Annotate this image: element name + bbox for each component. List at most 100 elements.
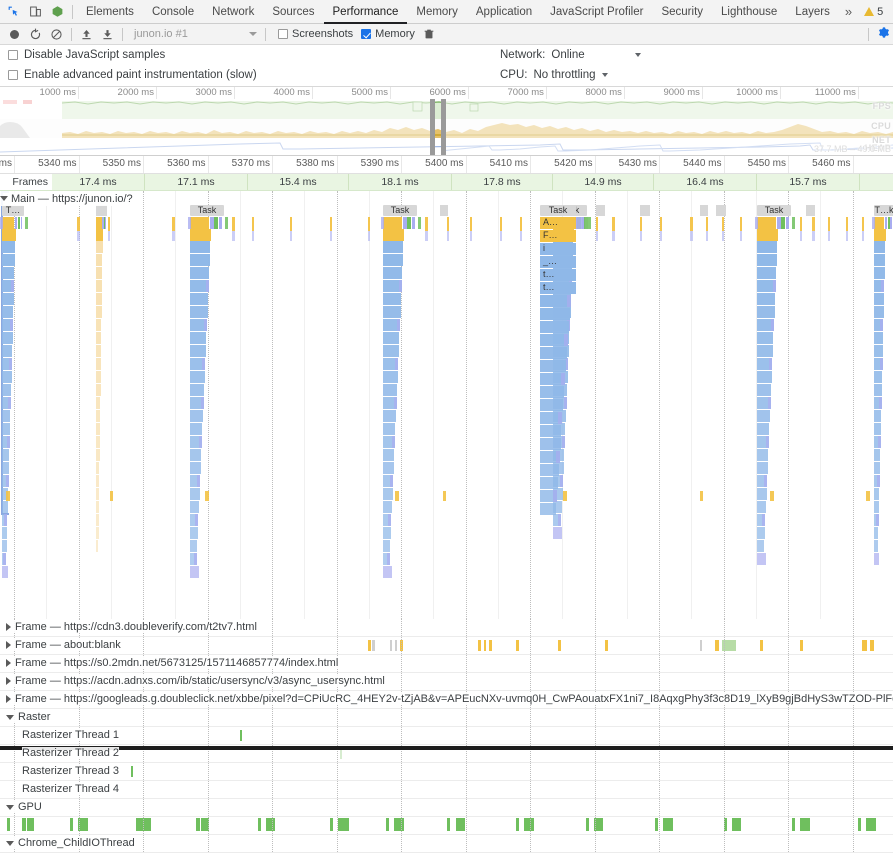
flamechart-bar[interactable] — [874, 217, 885, 229]
flamechart-bar[interactable] — [108, 231, 110, 241]
track-event-marker[interactable] — [715, 640, 719, 651]
flamechart-bar[interactable] — [447, 231, 449, 241]
flamechart-bar[interactable] — [612, 231, 615, 241]
flamechart-bar[interactable] — [762, 514, 766, 526]
frame-row-doubleverify[interactable]: Frame — https://cdn3.doubleverify.com/t2… — [0, 619, 893, 637]
flamechart-bar[interactable] — [197, 475, 201, 487]
flamechart-named-bar[interactable]: i — [540, 243, 576, 255]
task-label[interactable]: T… — [2, 205, 24, 216]
gpu-event-marker[interactable] — [655, 818, 658, 831]
rasterizer-thread-1-row[interactable]: Rasterizer Thread 1 — [0, 727, 893, 745]
flamechart-bar[interactable] — [388, 514, 392, 526]
flamechart-bar[interactable] — [425, 217, 428, 231]
flamechart-bar[interactable] — [2, 217, 15, 229]
flamechart-bar[interactable] — [190, 371, 205, 383]
flamechart-bar[interactable] — [232, 217, 235, 231]
flamechart-bar[interactable] — [2, 267, 15, 279]
flamechart-bar[interactable] — [596, 205, 605, 216]
frame-cell[interactable]: 17.4 ms — [52, 174, 145, 190]
flamechart-bar[interactable] — [96, 217, 103, 229]
flamechart-bar[interactable] — [540, 503, 556, 515]
gpu-event-marker[interactable] — [447, 818, 450, 831]
flamechart-bar[interactable] — [874, 553, 879, 565]
clear-recording-icon[interactable] — [46, 24, 67, 45]
flamechart-bar[interactable] — [96, 540, 99, 552]
chevron-down-icon[interactable] — [6, 840, 14, 846]
flamechart-bar[interactable] — [764, 475, 768, 487]
flamechart-bar[interactable] — [96, 410, 101, 422]
flamechart-bar[interactable] — [874, 449, 881, 461]
flamechart-bar[interactable] — [690, 231, 693, 241]
flamechart-bar[interactable] — [5, 475, 9, 487]
main-track-header[interactable]: Main — https://junon.io/? — [0, 191, 137, 206]
flamechart-bar[interactable] — [440, 205, 448, 216]
flamechart-bar[interactable] — [202, 358, 206, 370]
gpu-event-marker[interactable] — [866, 818, 876, 831]
record-circle-icon[interactable] — [4, 24, 25, 45]
flamechart-bar[interactable] — [706, 231, 708, 241]
flamechart-bar[interactable] — [874, 540, 879, 552]
capture-settings-gear-icon[interactable] — [877, 26, 890, 39]
flamechart-bar[interactable] — [561, 436, 565, 448]
chevron-down-icon[interactable] — [6, 804, 14, 810]
flamechart-bar[interactable] — [96, 293, 102, 305]
flamechart-bar[interactable] — [2, 384, 12, 396]
flamechart-bar[interactable] — [2, 423, 11, 435]
track-event-marker[interactable] — [395, 640, 397, 651]
chevron-down-icon-cpu[interactable] — [601, 73, 608, 77]
flamechart-bar[interactable] — [17, 217, 21, 229]
flamechart-bar[interactable] — [6, 491, 10, 501]
flamechart-bar[interactable] — [558, 412, 563, 424]
flamechart-bar[interactable] — [383, 423, 396, 435]
flamechart-bar[interactable] — [767, 397, 771, 409]
gpu-event-marker[interactable] — [70, 818, 73, 831]
flamechart-bar[interactable] — [874, 229, 886, 241]
flamechart-bar[interactable] — [876, 475, 880, 487]
flamechart-bar[interactable] — [828, 231, 830, 241]
flamechart-bar[interactable] — [880, 319, 884, 331]
timeline-overview[interactable]: 1000 ms 2000 ms 3000 ms 4000 ms 5000 ms 6000 … — [0, 87, 893, 156]
flamechart-bar[interactable] — [3, 553, 7, 565]
flamechart-bar[interactable] — [846, 231, 848, 241]
rasterizer-thread-3-row[interactable]: Rasterizer Thread 3 — [0, 763, 893, 781]
flamechart-bar[interactable] — [330, 231, 332, 241]
flamechart-bar[interactable] — [383, 410, 396, 422]
chevron-right-icon[interactable] — [6, 677, 11, 685]
flamechart-bar[interactable] — [500, 217, 502, 231]
flamechart-bar[interactable] — [383, 527, 391, 539]
frame-row-about-blank[interactable]: Frame — about:blank — [0, 637, 893, 655]
cpu-value[interactable]: No throttling — [533, 69, 595, 81]
gpu-event-marker[interactable] — [456, 818, 465, 831]
flamechart-bar[interactable] — [563, 397, 567, 409]
track-event-marker[interactable] — [516, 640, 519, 651]
flamechart-bar[interactable] — [584, 217, 588, 229]
flamechart-bar[interactable] — [395, 358, 399, 370]
flamechart-bar[interactable] — [383, 449, 395, 461]
flamechart-bar[interactable] — [190, 527, 198, 539]
flamechart-bar[interactable] — [700, 205, 708, 216]
flamechart-bar[interactable] — [330, 217, 332, 231]
track-event-marker[interactable] — [558, 640, 561, 651]
flamechart-bar[interactable] — [381, 217, 384, 229]
raster-group-row[interactable]: Raster — [0, 709, 893, 727]
frame-cell[interactable]: 15.4 ms — [248, 174, 349, 190]
task-label[interactable]: T…k — [874, 205, 893, 216]
flamechart-bar[interactable] — [190, 384, 205, 396]
flamechart-bar[interactable] — [757, 423, 770, 435]
inspect-element-icon[interactable] — [2, 1, 24, 23]
load-profile-icon[interactable] — [76, 24, 97, 45]
flamechart-bar[interactable] — [0, 217, 3, 229]
flamechart-bar[interactable] — [757, 553, 766, 565]
flamechart-bar[interactable] — [96, 241, 103, 253]
flamechart-bar[interactable] — [407, 217, 411, 229]
flamechart-bar[interactable] — [640, 205, 650, 216]
flamechart-named-bar[interactable]: A… — [540, 217, 576, 229]
recording-selector[interactable]: junon.io #1 — [131, 26, 261, 43]
tab-sources[interactable]: Sources — [263, 0, 323, 24]
tab-layers[interactable]: Layers — [786, 0, 839, 24]
flamechart-bar[interactable] — [757, 345, 773, 357]
flamechart-bar[interactable] — [96, 319, 102, 331]
flamechart-bar[interactable] — [77, 231, 80, 241]
flamechart-bar[interactable] — [11, 280, 15, 292]
frame-cell[interactable]: 17.8 ms — [452, 174, 553, 190]
